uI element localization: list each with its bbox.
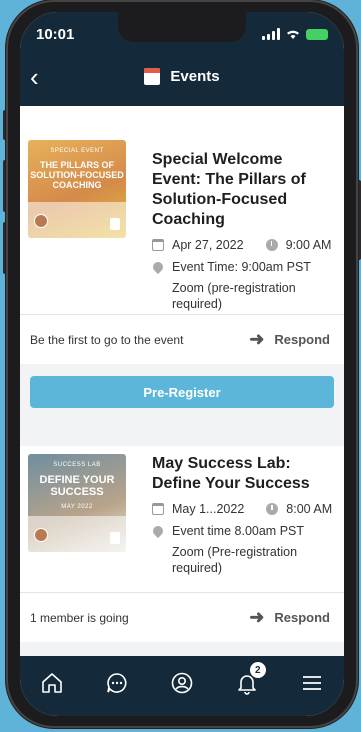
thumbnail-small-text: SUCCESS LAB: [53, 462, 101, 468]
profile-icon[interactable]: [169, 670, 195, 696]
event-date: Apr 27, 2022: [172, 238, 244, 252]
event-date: May 1...2022: [172, 502, 245, 516]
respond-label: Respond: [274, 332, 330, 347]
thumbnail-headline: DEFINE YOUR SUCCESS: [39, 474, 115, 498]
event-location: Event Time: 9:00am PST: [150, 259, 334, 275]
event-datetime: Apr 27, 2022 9:00 AM: [152, 238, 334, 252]
event-location-text: Event time 8.00am PST: [172, 524, 305, 538]
event-venue: Zoom (Pre-registration required): [172, 545, 298, 575]
event-info: May Success Lab: Define Your Success May…: [150, 454, 334, 576]
header: ‹ Events: [20, 58, 344, 98]
attendance-text: Be the first to go to the event: [30, 332, 184, 347]
event-venue: Zoom (pre-registration required): [172, 281, 296, 311]
tab-bar: 2: [20, 656, 344, 716]
menu-icon[interactable]: [299, 670, 325, 696]
chat-icon[interactable]: [104, 670, 130, 696]
thumbnail-sub: MAY 2022: [61, 504, 93, 510]
clock-icon: [266, 503, 279, 515]
event-card[interactable]: SPECIAL EVENT THE PILLARS OF SOLUTION-FO…: [20, 106, 344, 364]
calendar-icon: [144, 68, 161, 85]
event-thumbnail[interactable]: SUCCESS LAB DEFINE YOUR SUCCESS MAY 2022: [28, 454, 126, 552]
event-thumbnail[interactable]: SPECIAL EVENT THE PILLARS OF SOLUTION-FO…: [28, 140, 126, 238]
event-datetime: May 1...2022 8:00 AM: [152, 502, 334, 516]
event-location-text: Event Time: 9:00am PST: [172, 260, 311, 274]
logo-badge: [110, 218, 120, 230]
page-title: Events: [170, 68, 220, 85]
bell-icon[interactable]: 2: [234, 662, 266, 696]
status-time: 10:01: [36, 26, 75, 43]
event-footer: Be the first to go to the event ➜ Respon…: [20, 314, 344, 364]
header-center: Events: [20, 68, 344, 85]
host-avatar: [34, 528, 48, 542]
event-title[interactable]: May Success Lab: Define Your Success: [152, 454, 334, 494]
wifi-icon: [287, 30, 299, 39]
arrow-right-icon: ➜: [249, 329, 265, 349]
event-card[interactable]: SUCCESS LAB DEFINE YOUR SUCCESS MAY 2022…: [20, 446, 344, 642]
battery-icon: [306, 28, 328, 40]
clock-icon: [265, 239, 278, 251]
attendance-text: 1 member is going: [30, 610, 129, 625]
event-time: 8:00 AM: [286, 502, 333, 516]
pre-register-button[interactable]: Pre-Register: [30, 376, 334, 408]
thumbnail-small-text: SPECIAL EVENT: [50, 148, 104, 154]
arrow-right-icon: ➜: [249, 607, 265, 627]
host-avatar: [34, 214, 48, 228]
location-pin-icon: [150, 523, 166, 539]
logo-badge: [110, 532, 120, 544]
calendar-icon: [152, 239, 164, 251]
top-bar: 10:01 ‹ Events: [20, 12, 344, 120]
calendar-icon: [152, 503, 164, 515]
notification-badge: 2: [249, 662, 266, 678]
event-info: Special Welcome Event: The Pillars of So…: [150, 150, 334, 312]
event-time: 9:00 AM: [285, 238, 332, 252]
status-bar: 10:01: [36, 26, 328, 46]
phone-frame: 10:01 ‹ Events SPECIAL EVENT THE PILLARS…: [6, 0, 358, 728]
respond-button[interactable]: ➜ Respond: [249, 607, 330, 628]
signal-icon: [262, 28, 280, 40]
respond-button[interactable]: ➜ Respond: [249, 329, 330, 350]
thumbnail-headline: THE PILLARS OF SOLUTION-FOCUSED COACHING: [30, 160, 124, 190]
event-footer: 1 member is going ➜ Respond: [20, 592, 344, 642]
respond-label: Respond: [274, 610, 330, 625]
status-icons: [262, 28, 328, 40]
event-title[interactable]: Special Welcome Event: The Pillars of So…: [152, 150, 334, 230]
events-list[interactable]: SPECIAL EVENT THE PILLARS OF SOLUTION-FO…: [20, 106, 344, 656]
home-icon[interactable]: [39, 670, 65, 696]
event-location: Event time 8.00am PST: [150, 523, 334, 539]
phone-screen: 10:01 ‹ Events SPECIAL EVENT THE PILLARS…: [20, 12, 344, 716]
location-pin-icon: [150, 259, 166, 275]
